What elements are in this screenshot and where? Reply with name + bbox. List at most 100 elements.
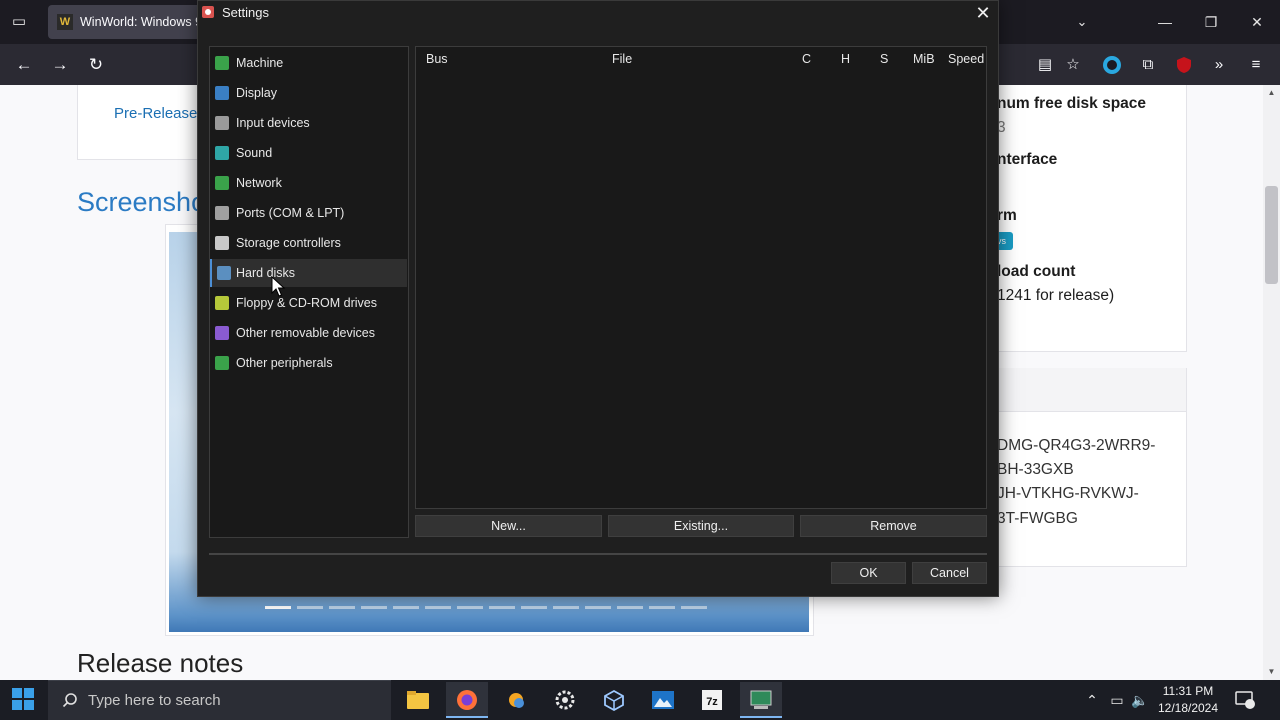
restore-icon[interactable]: ❐ xyxy=(1196,8,1226,36)
category-label: Network xyxy=(236,176,282,190)
category-label: Floppy & CD-ROM drives xyxy=(236,296,377,310)
carousel-dot[interactable] xyxy=(489,606,515,609)
column-header-cylinders[interactable]: C xyxy=(802,52,811,66)
category-item[interactable]: Machine xyxy=(210,49,407,77)
category-label: Ports (COM & LPT) xyxy=(236,206,345,220)
carousel-dot[interactable] xyxy=(265,606,291,609)
firefox-icon[interactable] xyxy=(446,682,488,718)
column-header-speed[interactable]: Speed xyxy=(948,52,984,66)
account-icon[interactable] xyxy=(1100,52,1124,78)
column-header-size[interactable]: MiB xyxy=(913,52,935,66)
7zip-icon[interactable]: 7z xyxy=(691,682,733,718)
product-key-line: JH-VTKHG-RVKWJ- xyxy=(997,485,1139,502)
more-tools-icon[interactable]: » xyxy=(1207,52,1231,78)
show-hidden-icons-icon[interactable]: ⌃ xyxy=(1082,680,1102,720)
product-key-line: BH-33GXB xyxy=(997,461,1074,478)
carousel-dot[interactable] xyxy=(521,606,547,609)
category-label: Storage controllers xyxy=(236,236,341,250)
carousel-dot[interactable] xyxy=(393,606,419,609)
taskbar-search-box[interactable]: Type here to search xyxy=(48,680,391,720)
ports-icon xyxy=(215,206,229,220)
ublock-icon[interactable] xyxy=(1172,52,1196,78)
settings-gear-icon[interactable] xyxy=(544,682,586,718)
mouse-cursor-icon xyxy=(271,276,286,297)
ok-button[interactable]: OK xyxy=(831,562,906,584)
virtualbox-icon[interactable] xyxy=(593,682,635,718)
clock-date: 12/18/2024 xyxy=(1157,701,1219,715)
sound-icon xyxy=(215,146,229,160)
carousel-dot[interactable] xyxy=(297,606,323,609)
category-item[interactable]: Input devices xyxy=(210,109,407,137)
winworld-favicon-icon: W xyxy=(57,14,73,30)
hard-disk-table[interactable] xyxy=(415,46,987,509)
extensions-icon[interactable]: ⧉ xyxy=(1136,52,1160,78)
taskbar-clock[interactable]: 11:31 PM 12/18/2024 xyxy=(1152,683,1224,717)
network-icon xyxy=(215,176,229,190)
search-icon xyxy=(62,693,77,708)
existing-disk-button[interactable]: Existing... xyxy=(608,515,794,537)
category-label: Input devices xyxy=(236,116,310,130)
carousel-dot[interactable] xyxy=(681,606,707,609)
input-devices-icon xyxy=(215,116,229,130)
reload-icon[interactable]: ↻ xyxy=(83,52,109,78)
info-card xyxy=(77,85,217,160)
category-item[interactable]: Sound xyxy=(210,139,407,167)
platform-badge[interactable]: vs xyxy=(997,232,1013,250)
category-item[interactable]: Network xyxy=(210,169,407,197)
back-icon[interactable]: ← xyxy=(11,52,37,78)
windows-start-icon[interactable] xyxy=(12,688,34,710)
86box-icon[interactable] xyxy=(740,682,782,718)
release-notes-heading: Release notes xyxy=(77,648,244,678)
tab-title: WinWorld: Windows 9 xyxy=(80,15,203,29)
column-header-sectors[interactable]: S xyxy=(880,52,888,66)
scroll-up-icon[interactable]: ▲ xyxy=(1263,86,1280,100)
hamburger-menu-icon[interactable]: ≡ xyxy=(1244,52,1268,78)
browser-tab[interactable]: W WinWorld: Windows 9 xyxy=(48,5,208,39)
network-icon[interactable]: ▭ xyxy=(1106,680,1128,720)
notifications-icon[interactable] xyxy=(1233,680,1257,720)
disk-space-label: num free disk space xyxy=(997,95,1147,112)
column-header-heads[interactable]: H xyxy=(841,52,850,66)
file-explorer-icon[interactable] xyxy=(397,682,439,718)
dialog-separator xyxy=(209,553,987,555)
column-header-file[interactable]: File xyxy=(612,52,632,66)
pre-release-link[interactable]: Pre-Release xyxy=(114,105,197,122)
carousel-dot[interactable] xyxy=(649,606,675,609)
photos-app-icon[interactable] xyxy=(642,682,684,718)
category-item[interactable]: Other peripherals xyxy=(210,349,407,377)
close-window-icon[interactable]: ✕ xyxy=(1242,8,1272,36)
carousel-dot[interactable] xyxy=(617,606,643,609)
category-item[interactable]: Storage controllers xyxy=(210,229,407,257)
minimize-icon[interactable]: — xyxy=(1150,8,1180,36)
volume-icon[interactable]: 🔈 xyxy=(1129,680,1151,720)
page-scrollbar[interactable] xyxy=(1263,85,1280,680)
close-icon[interactable]: ✕ xyxy=(971,2,995,24)
category-item[interactable]: Hard disks xyxy=(210,259,407,287)
carousel-dot[interactable] xyxy=(553,606,579,609)
category-item[interactable]: Display xyxy=(210,79,407,107)
list-all-tabs-icon[interactable]: ▭ xyxy=(6,10,32,34)
category-item[interactable]: Ports (COM & LPT) xyxy=(210,199,407,227)
scroll-down-icon[interactable]: ▼ xyxy=(1263,665,1280,679)
settings-app-icon xyxy=(202,6,214,18)
carousel-dot[interactable] xyxy=(585,606,611,609)
cancel-button[interactable]: Cancel xyxy=(912,562,987,584)
bookmark-star-icon[interactable]: ☆ xyxy=(1061,52,1085,78)
chevron-down-icon[interactable]: ⌄ xyxy=(1072,10,1092,34)
weather-app-icon[interactable] xyxy=(495,682,537,718)
remove-disk-button[interactable]: Remove xyxy=(800,515,987,537)
carousel-dot[interactable] xyxy=(425,606,451,609)
carousel-dot[interactable] xyxy=(457,606,483,609)
category-item[interactable]: Other removable devices xyxy=(210,319,407,347)
new-disk-button[interactable]: New... xyxy=(415,515,602,537)
column-header-bus[interactable]: Bus xyxy=(426,52,448,66)
interface-label: nterface xyxy=(997,151,1058,168)
carousel-dot[interactable] xyxy=(329,606,355,609)
svg-text:7z: 7z xyxy=(706,696,718,708)
reader-view-icon[interactable]: ▤ xyxy=(1033,52,1057,78)
carousel-dot[interactable] xyxy=(361,606,387,609)
category-item[interactable]: Floppy & CD-ROM drives xyxy=(210,289,407,317)
scrollbar-thumb[interactable] xyxy=(1265,186,1278,284)
product-key-line: 3T-FWGBG xyxy=(997,510,1078,527)
forward-icon[interactable]: → xyxy=(47,52,73,78)
